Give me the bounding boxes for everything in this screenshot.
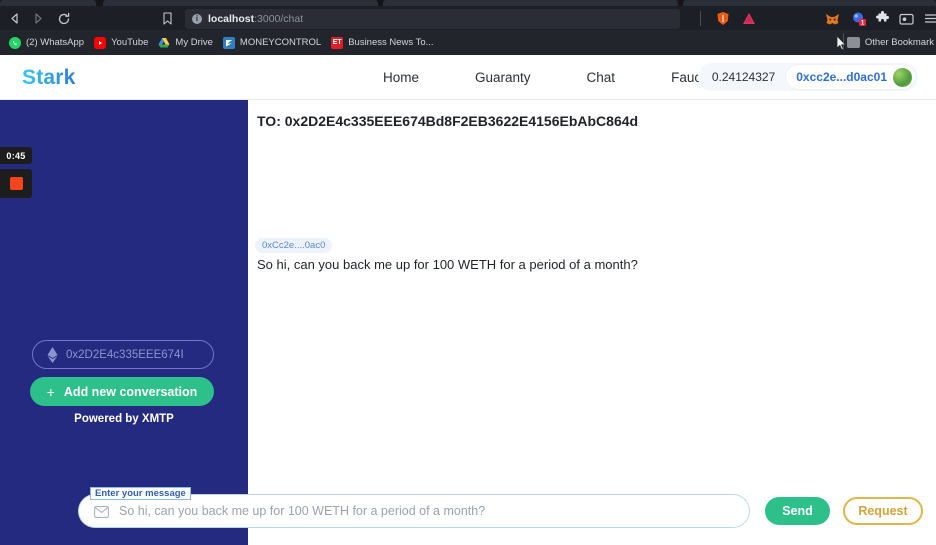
forward-icon[interactable] [30, 10, 47, 27]
metamask-extension-icon[interactable] [824, 10, 841, 27]
toolbar-divider [700, 11, 701, 26]
message-sender-badge: 0xCc2e....0ac0 [255, 238, 333, 253]
wallet-pill[interactable]: 0.24124327 0xcc2e...d0ac01 [697, 63, 918, 91]
browser-menu-icon[interactable] [922, 10, 936, 27]
recording-timer: 0:45 [0, 147, 32, 164]
app-root: i localhost:3000/chat 1 (2) WhatsApp You… [0, 0, 936, 545]
bookmark-item-my-drive[interactable]: My Drive [156, 33, 220, 53]
nav-guaranty[interactable]: Guaranty [447, 70, 559, 85]
app-header: Stark Home Guaranty Chat Faucet 0.241243… [0, 55, 936, 100]
ethereum-icon [47, 346, 58, 363]
wallet-address-chip[interactable]: 0xcc2e...d0ac01 [786, 65, 915, 89]
main-nav: Home Guaranty Chat Faucet [355, 55, 740, 100]
other-bookmarks-label: Other Bookmark [864, 37, 934, 48]
other-bookmarks-button[interactable]: Other Bookmark [846, 31, 936, 54]
brave-shields-icon[interactable] [714, 10, 731, 27]
avatar [893, 67, 912, 87]
url-path: :3000/chat [254, 13, 304, 25]
bookmark-label: YouTube [111, 37, 149, 48]
bookmark-item-business-news[interactable]: ET Business News To... [329, 33, 441, 53]
folder-icon [846, 37, 860, 48]
bookmark-item-whatsapp[interactable]: (2) WhatsApp [7, 33, 92, 53]
conversations-sidebar: 0x2D2E4c335EEE674I + Add new conversatio… [0, 100, 248, 545]
message-input-label: Enter your message [90, 487, 191, 500]
wallet-balance: 0.24124327 [711, 70, 776, 84]
envelope-icon [94, 505, 109, 518]
bookmarks-divider [843, 33, 844, 50]
bookmark-label: (2) WhatsApp [26, 37, 85, 48]
google-drive-icon [158, 37, 170, 49]
bookmark-star-icon[interactable] [160, 11, 175, 26]
youtube-icon [94, 36, 107, 49]
url-bar[interactable]: i localhost:3000/chat [185, 9, 680, 29]
profile-card-icon[interactable] [898, 10, 915, 27]
add-new-conversation-label: Add new conversation [63, 384, 198, 399]
bookmark-item-youtube[interactable]: YouTube [92, 33, 156, 53]
add-new-conversation-button[interactable]: + Add new conversation [30, 377, 214, 406]
recipient-address-input[interactable]: 0x2D2E4c335EEE674I [32, 340, 214, 369]
browser-nav-bar: i localhost:3000/chat 1 [0, 6, 936, 30]
reload-icon[interactable] [55, 10, 72, 27]
message-input-placeholder: So hi, can you back me up for 100 WETH f… [119, 504, 486, 518]
bookmarks-bar: (2) WhatsApp YouTube My Drive MONEYCONTR… [0, 30, 936, 55]
wallet-address: 0xcc2e...d0ac01 [796, 70, 887, 84]
send-button[interactable]: Send [765, 497, 830, 525]
bookmark-item-moneycontrol[interactable]: MONEYCONTROL [221, 33, 329, 53]
browser-chrome: i localhost:3000/chat 1 (2) WhatsApp You… [0, 0, 936, 55]
economic-times-icon: ET [331, 36, 344, 49]
plus-icon: + [46, 383, 55, 400]
nav-home[interactable]: Home [355, 70, 447, 85]
url-text: localhost:3000/chat [208, 13, 303, 25]
recipient-address-placeholder: 0x2D2E4c335EEE674I [66, 348, 184, 361]
app-logo[interactable]: Stark [22, 66, 76, 90]
bookmark-label: Business News To... [348, 37, 434, 48]
warning-triangle-icon[interactable] [740, 10, 757, 27]
powered-by-label: Powered by XMTP [74, 413, 174, 425]
stop-square-icon [9, 177, 23, 190]
request-button[interactable]: Request [843, 497, 923, 525]
screen-recorder-widget: 0:45 [0, 147, 32, 198]
chat-recipient-line: TO: 0x2D2E4c335EEE674Bd8F2EB3622E4156EbA… [257, 113, 639, 129]
bookmark-label: My Drive [175, 37, 213, 48]
whatsapp-icon [9, 36, 21, 49]
back-icon[interactable] [6, 10, 23, 27]
extensions-puzzle-icon[interactable] [874, 10, 891, 27]
nav-chat[interactable]: Chat [559, 70, 644, 85]
url-host: localhost [208, 13, 255, 25]
site-info-icon[interactable]: i [192, 14, 202, 24]
wallet-extension-icon[interactable]: 1 [850, 10, 867, 27]
moneycontrol-icon [222, 36, 235, 49]
bookmark-label: MONEYCONTROL [239, 37, 322, 48]
chat-pane: TO: 0x2D2E4c335EEE674Bd8F2EB3622E4156EbA… [248, 100, 936, 545]
message-text: So hi, can you back me up for 100 WETH f… [257, 257, 638, 272]
stop-recording-button[interactable] [0, 169, 32, 198]
